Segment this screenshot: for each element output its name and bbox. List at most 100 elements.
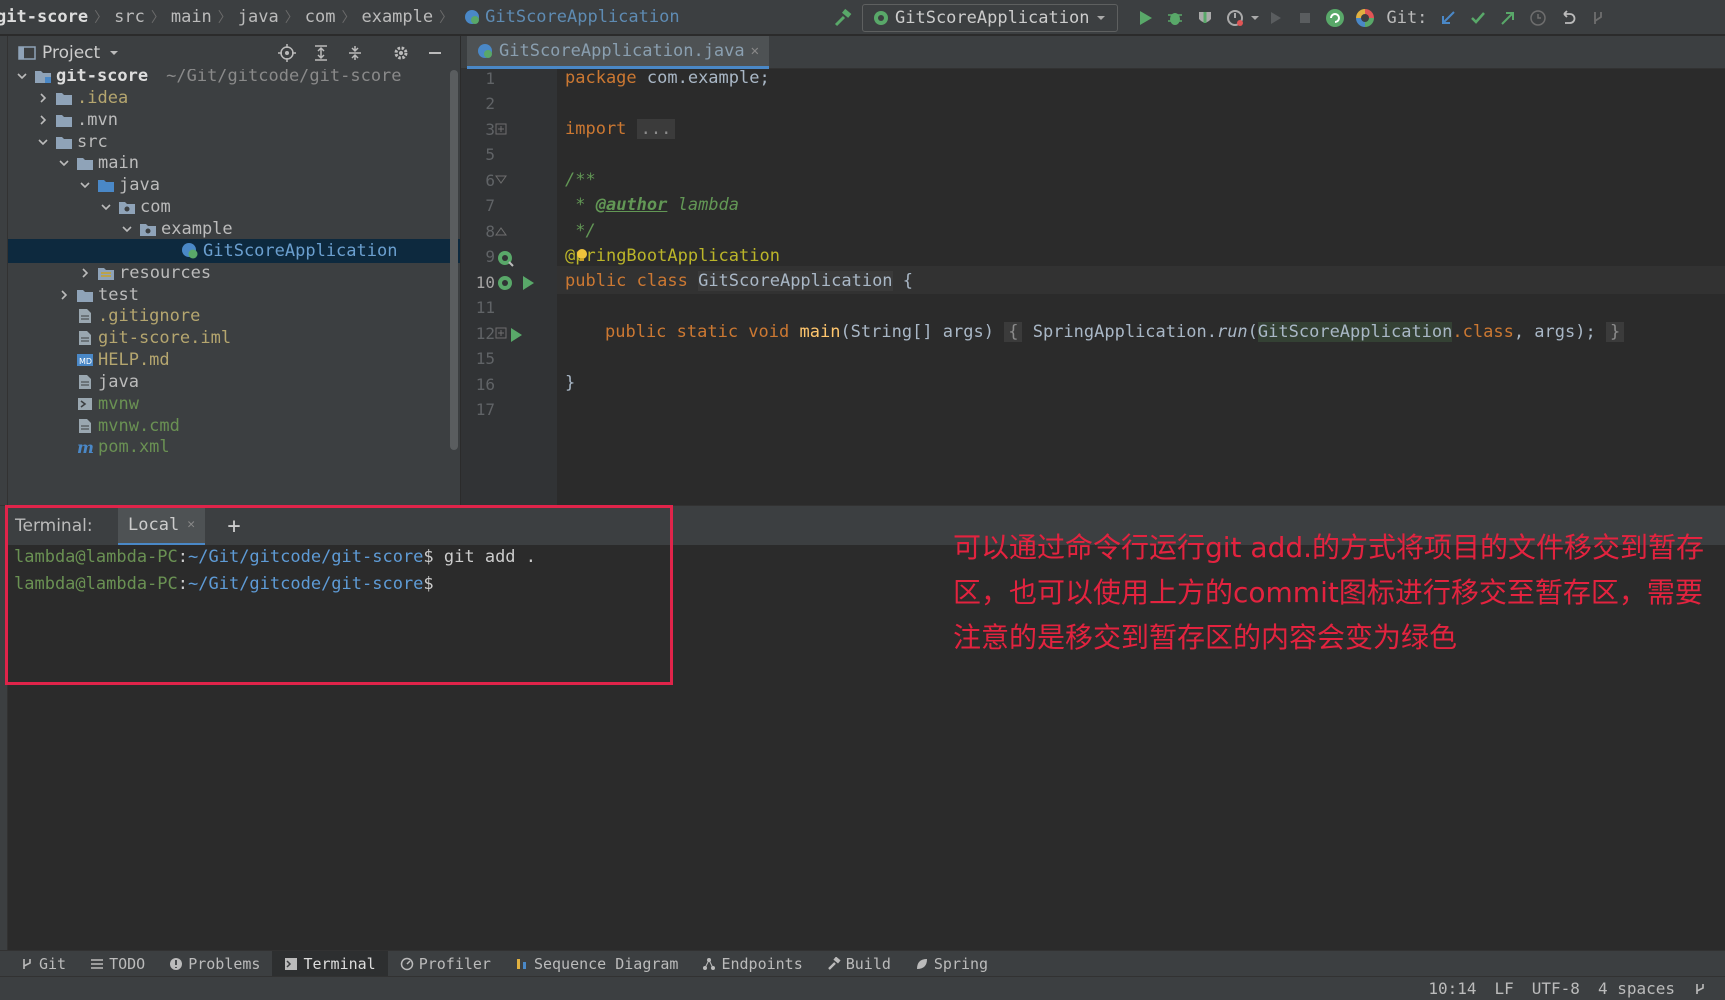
fold-icon[interactable] [495,123,507,135]
keyword: import [565,119,627,139]
breadcrumb-java[interactable]: java [238,7,279,27]
breadcrumb-com[interactable]: com [305,7,336,27]
folded-imports[interactable]: ... [636,119,676,139]
debug-icon[interactable] [1160,3,1190,33]
git-push-icon[interactable] [1493,3,1523,33]
vcs-branch-icon[interactable] [1583,3,1613,33]
git-update-icon[interactable] [1433,3,1463,33]
profiler-icon[interactable] [1220,3,1250,33]
project-view-selector[interactable]: Project [42,43,100,63]
markdown-icon: MD [76,351,94,369]
line-number: 8 [485,222,495,241]
tree-item[interactable]: java [8,370,460,394]
tree-item[interactable]: resources [8,261,460,285]
breadcrumb-src[interactable]: src [114,7,145,27]
toolwin-todo[interactable]: TODO [78,951,157,977]
tree-item[interactable]: git-score.iml [8,326,460,350]
chevron-down-icon[interactable] [1250,13,1260,23]
tree-item[interactable]: main [8,151,460,175]
toolwin-git[interactable]: Git [8,951,78,977]
build-hammer-icon[interactable] [828,3,858,33]
resume-icon[interactable] [1260,3,1290,33]
toolwin-problems[interactable]: Problems [157,951,272,977]
tree-item[interactable]: example [8,217,460,241]
chevron-right-icon[interactable] [35,112,51,128]
tree-item[interactable]: mvnw [8,392,460,416]
breadcrumb-class[interactable]: GitScoreApplication [485,7,679,27]
toolwin-build[interactable]: Build [815,951,903,977]
stop-icon[interactable] [1290,3,1320,33]
caret-position[interactable]: 10:14 [1428,979,1476,998]
folded-body[interactable]: { [1004,322,1023,342]
close-icon[interactable]: ✕ [751,43,759,59]
tree-item[interactable]: GitScoreApplication [8,238,460,263]
run-gutter-icon[interactable] [509,327,523,343]
tree-item[interactable]: MD HELP.md [8,348,460,372]
indent-setting[interactable]: 4 spaces [1598,979,1675,998]
history-icon[interactable] [1523,3,1553,33]
folded-body-end[interactable]: } [1605,322,1625,342]
run-configuration-selector[interactable]: GitScoreApplication [862,3,1119,32]
breadcrumb-project[interactable]: git-score [0,7,88,27]
breadcrumb-example[interactable]: example [361,7,433,27]
run-icon[interactable] [1130,3,1160,33]
toolwin-spring[interactable]: Spring [903,951,1000,977]
spring-bean-icon[interactable] [497,250,515,268]
chevron-down-icon[interactable] [14,69,30,84]
update-running-icon[interactable] [1320,3,1350,33]
tree-scrollbar[interactable] [450,70,458,450]
chevron-down-icon[interactable] [98,199,114,215]
fold-icon[interactable] [495,225,507,237]
expand-all-icon[interactable] [306,38,336,68]
hide-panel-icon[interactable] [420,38,450,68]
bulb-icon[interactable] [576,248,588,262]
breadcrumb-separator: 〉 [217,10,232,26]
chevron-down-icon[interactable] [56,155,72,171]
tree-item[interactable]: .gitignore [8,304,460,328]
breadcrumb-main[interactable]: main [171,7,212,27]
locate-file-icon[interactable] [272,38,302,68]
chevron-right-icon[interactable] [77,265,93,281]
code-editor[interactable]: package com.example; import ... /** * @a… [557,69,1725,505]
tree-item[interactable]: src [8,130,460,154]
fold-icon[interactable] [495,327,507,339]
tree-item-label: java [119,175,160,196]
chevron-down-icon[interactable] [35,134,51,150]
toolwin-terminal[interactable]: Terminal [272,950,388,977]
toolwin-label: Git [39,954,67,973]
coverage-icon[interactable] [1190,3,1220,33]
folder-icon [55,89,73,107]
color-wheel-icon[interactable] [1350,3,1380,33]
collapse-all-icon[interactable] [340,38,370,68]
gear-icon[interactable] [386,38,416,68]
tree-item[interactable]: .mvn [8,108,460,132]
tree-item[interactable]: .idea [8,86,460,110]
chevron-right-icon[interactable] [56,287,72,303]
vcs-branch-icon[interactable] [1693,982,1707,996]
toolwin-sequence-diagram[interactable]: Sequence Diagram [503,951,691,977]
tree-item[interactable]: com [8,195,460,219]
tree-item[interactable]: test [8,283,460,307]
file-encoding[interactable]: UTF-8 [1532,979,1580,998]
git-commit-icon[interactable] [1463,3,1493,33]
tree-item[interactable]: mvnw.cmd [8,414,460,438]
fold-icon[interactable] [495,174,507,186]
tree-item[interactable]: m pom.xml [8,435,460,459]
chevron-down-icon[interactable] [77,177,93,193]
spring-class-icon [477,43,493,59]
tree-item-label: .idea [77,87,129,108]
tree-item[interactable]: java [8,173,460,197]
line-separator[interactable]: LF [1495,979,1514,998]
chevron-down-icon[interactable] [119,221,135,237]
toolwin-endpoints[interactable]: Endpoints [690,951,814,977]
rollback-icon[interactable] [1553,3,1583,33]
run-gutter-icon[interactable] [521,275,535,291]
tab-gitscoreapplication-java[interactable]: GitScoreApplication.java ✕ [467,36,770,69]
chevron-right-icon[interactable] [35,90,51,106]
breadcrumb-separator: 〉 [341,10,356,26]
highlight-box [5,505,673,685]
toolwin-profiler[interactable]: Profiler [388,951,503,977]
spring-bean-icon[interactable] [497,275,515,293]
run-config-label: GitScoreApplication [895,7,1090,28]
chevron-down-icon[interactable] [108,47,120,59]
